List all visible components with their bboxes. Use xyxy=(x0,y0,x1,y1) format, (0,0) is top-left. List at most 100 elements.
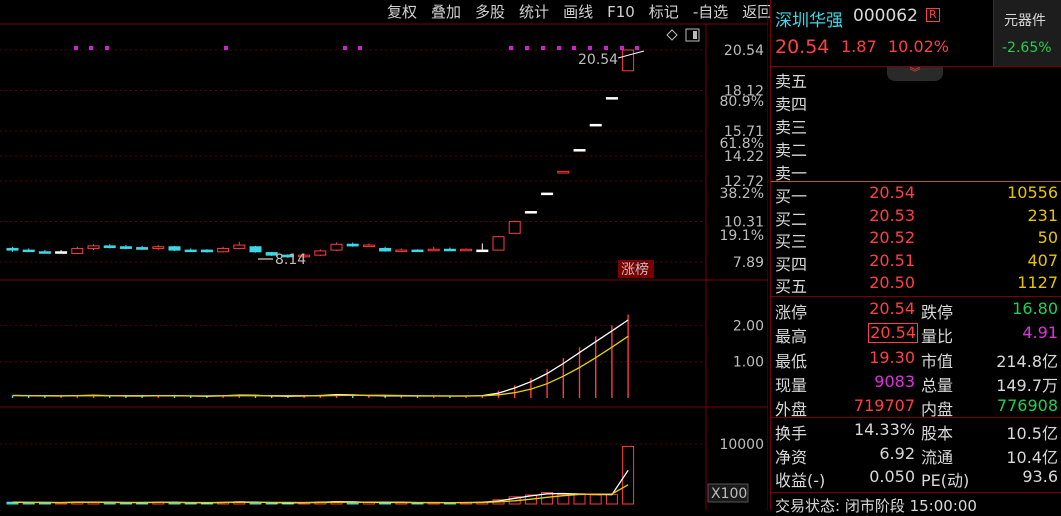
candle-15 xyxy=(249,245,262,253)
vol-axis-label-0: 2.00 xyxy=(733,318,764,334)
candle-27 xyxy=(443,247,456,252)
stock-name[interactable]: 深圳华强 xyxy=(775,6,843,31)
stat-label-2a: 最低 xyxy=(775,351,808,371)
info-label-1b: 流通 xyxy=(921,447,954,467)
candle-body-3 xyxy=(55,251,68,254)
candle-body-20 xyxy=(330,243,343,251)
diamond-icon xyxy=(666,29,678,41)
pct-axis-label-1: 61.8% xyxy=(720,136,764,152)
candle-30 xyxy=(492,235,505,251)
chevron-down-icon: ︾ xyxy=(909,66,921,79)
info-label-2a: 收益(-) xyxy=(775,471,826,490)
collapse-toggle[interactable]: ︾ xyxy=(887,67,943,81)
candle-body-37 xyxy=(605,97,618,100)
candle-body-27 xyxy=(443,248,456,252)
candle-body-8 xyxy=(136,247,149,250)
info-value-1b: 10.4亿 xyxy=(1006,447,1058,467)
trade-status: 交易状态: 闭市阶段 15:00:00 xyxy=(775,497,977,515)
info-value-2b: 93.6 xyxy=(1022,467,1058,486)
panel-toggle-icon xyxy=(685,28,700,42)
sector-name: 元器件 xyxy=(1004,13,1046,29)
candle-22 xyxy=(362,243,375,248)
candle-body-33 xyxy=(541,192,554,196)
signal-marker-11 xyxy=(588,46,592,50)
stat-value-3b: 149.7万 xyxy=(996,375,1058,395)
stat-value-4a: 719707 xyxy=(853,396,915,416)
candle-26 xyxy=(427,246,440,252)
ask-label-4: 卖一 xyxy=(775,164,808,183)
bid-price-3: 20.51 xyxy=(869,250,915,270)
candle-34 xyxy=(557,170,570,174)
candle-25 xyxy=(411,249,424,253)
bid-price-1: 20.53 xyxy=(869,205,915,225)
info-label-1a: 净资 xyxy=(775,447,808,467)
candle-37 xyxy=(605,97,618,100)
candle-20 xyxy=(330,242,343,251)
ask-label-3: 卖二 xyxy=(775,141,808,160)
candle-23 xyxy=(379,246,392,252)
candle-body-25 xyxy=(411,249,424,253)
candle-body-12 xyxy=(200,249,213,253)
info-label-2b: PE(动) xyxy=(921,471,970,490)
pct-axis-label-0: 80.9% xyxy=(720,94,764,110)
kline-chart[interactable]: 20.5418.1215.7114.2212.7210.317.8980.9%6… xyxy=(0,0,768,510)
candle-28 xyxy=(460,248,473,252)
candle-body-35 xyxy=(573,149,586,152)
sector-box[interactable]: 元器件 -2.65% xyxy=(993,0,1061,66)
candle-11 xyxy=(184,248,197,253)
rank-tag: 涨榜 xyxy=(621,261,649,278)
stat-label-1b: 量比 xyxy=(921,327,954,347)
candle-2 xyxy=(38,250,51,254)
candle-7 xyxy=(119,245,132,250)
candle-body-6 xyxy=(103,245,116,249)
signal-marker-8 xyxy=(541,46,545,50)
signal-marker-0 xyxy=(74,46,78,50)
bid-label-3: 买四 xyxy=(775,254,808,274)
candle-10 xyxy=(168,245,181,251)
candle-body-5 xyxy=(87,245,100,249)
candle-21 xyxy=(346,242,359,247)
candle-19 xyxy=(314,249,327,256)
candle-body-15 xyxy=(249,246,262,253)
candle-body-32 xyxy=(524,211,537,214)
price-axis-label-6: 7.89 xyxy=(733,255,764,271)
signal-marker-10 xyxy=(572,46,576,50)
candle-body-14 xyxy=(233,244,246,249)
candle-33 xyxy=(541,192,554,196)
candle-body-36 xyxy=(589,123,602,127)
candle-32 xyxy=(524,211,537,214)
signal-marker-5 xyxy=(358,46,362,50)
signal-marker-7 xyxy=(525,46,529,50)
stat-label-0a: 涨停 xyxy=(775,303,808,322)
bid-price-4: 20.50 xyxy=(869,273,915,293)
stat-value-4b: 776908 xyxy=(996,396,1058,416)
candle-body-23 xyxy=(379,247,392,252)
candle-body-2 xyxy=(38,251,51,254)
pct-axis-label-2: 38.2% xyxy=(720,186,764,202)
candle-body-13 xyxy=(217,247,230,253)
bid-label-4: 买五 xyxy=(775,277,808,297)
candle-3 xyxy=(55,250,68,254)
stock-code: 000062 xyxy=(853,6,918,26)
high-price-label: 20.54 xyxy=(578,52,618,68)
vol-axis-label-1: 1.00 xyxy=(733,355,764,371)
signal-marker-9 xyxy=(557,46,561,50)
candle-12 xyxy=(200,249,213,253)
stat-label-0b: 跌停 xyxy=(921,303,954,322)
stat-value-0a: 20.54 xyxy=(869,299,915,318)
info-value-0a: 14.33% xyxy=(853,420,915,439)
stat-value-3a: 9083 xyxy=(874,371,915,391)
candle-35 xyxy=(573,149,586,152)
candle-body-10 xyxy=(168,246,181,251)
signal-marker-2 xyxy=(105,46,109,50)
candle-36 xyxy=(589,123,602,127)
bid-label-0: 买一 xyxy=(775,187,808,206)
panel-toggle-icon-bar xyxy=(693,31,697,39)
candle-9 xyxy=(152,245,165,251)
candle-body-22 xyxy=(362,244,375,248)
candle-24 xyxy=(395,248,408,253)
signal-marker-12 xyxy=(604,46,608,50)
signal-marker-6 xyxy=(509,46,513,50)
candle-14 xyxy=(233,241,246,250)
amt-bar-36 xyxy=(589,494,602,505)
